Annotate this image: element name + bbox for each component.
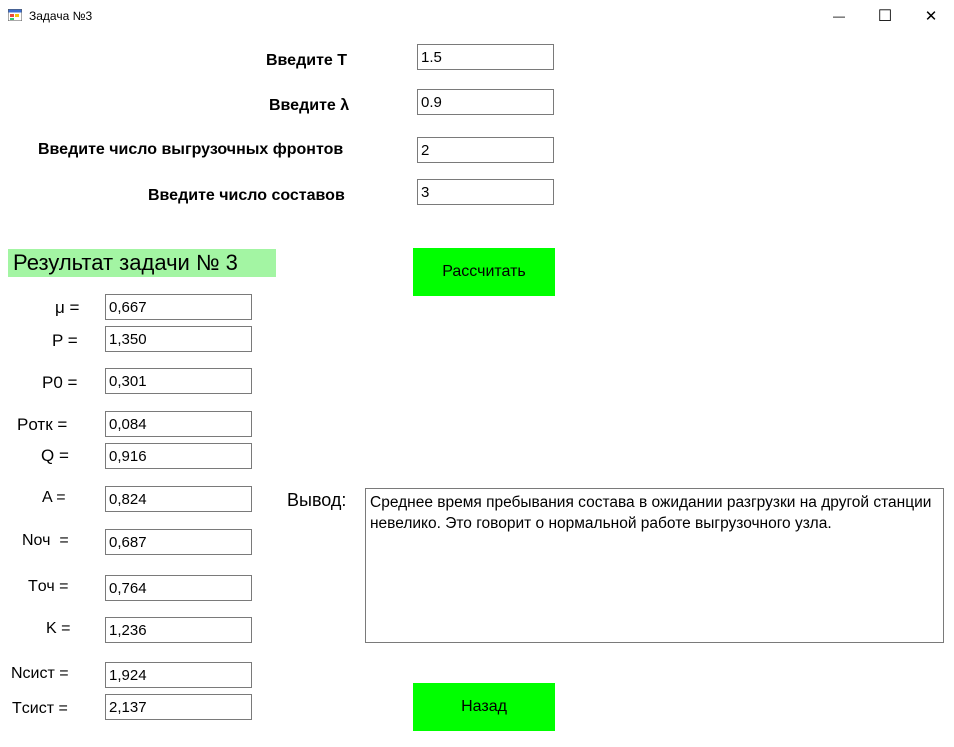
nsist-label: Nсист = — [11, 665, 69, 682]
potk-field[interactable] — [105, 411, 252, 437]
noch-field[interactable] — [105, 529, 252, 555]
toch-field[interactable] — [105, 575, 252, 601]
p-label: P = — [52, 331, 78, 350]
fronts-input[interactable] — [417, 137, 554, 163]
tsist-label: Tсист = — [12, 700, 68, 717]
close-button[interactable]: ✕ — [908, 0, 954, 32]
back-button[interactable]: Назад — [413, 683, 555, 731]
result-header: Результат задачи № 3 — [8, 249, 276, 277]
a-field[interactable] — [105, 486, 252, 512]
trains-label: Введите число составов — [148, 187, 345, 204]
nsist-field[interactable] — [105, 662, 252, 688]
output-label: Вывод: — [287, 490, 347, 510]
tsist-field[interactable] — [105, 694, 252, 720]
calculate-button[interactable]: Рассчитать — [413, 248, 555, 296]
k-field[interactable] — [105, 617, 252, 643]
toch-label: Tоч = — [28, 578, 69, 595]
mu-field[interactable] — [105, 294, 252, 320]
k-label: K = — [46, 620, 71, 637]
minimize-button[interactable]: — — [816, 0, 862, 32]
title-bar: Задача №3 — ☐ ✕ — [0, 0, 954, 32]
p0-field[interactable] — [105, 368, 252, 394]
t-label: Введите T — [266, 52, 348, 69]
maximize-button[interactable]: ☐ — [862, 0, 908, 32]
output-textarea[interactable]: Среднее время пребывания состава в ожида… — [365, 488, 944, 643]
p-field[interactable] — [105, 326, 252, 352]
potk-label: Pотк = — [17, 415, 68, 434]
mu-label: μ = — [55, 298, 80, 317]
noch-label: Nоч = — [22, 532, 69, 549]
q-field[interactable] — [105, 443, 252, 469]
maximize-icon: ☐ — [877, 8, 893, 25]
lambda-input[interactable] — [417, 89, 554, 115]
lambda-label: Введите λ — [269, 97, 350, 114]
app-icon — [8, 9, 22, 21]
a-label: A = — [42, 489, 66, 506]
fronts-label: Введите число выгрузочных фронтов — [38, 141, 344, 158]
minimize-icon: — — [833, 9, 845, 23]
q-label: Q = — [41, 446, 69, 465]
close-icon: ✕ — [924, 8, 938, 25]
t-input[interactable] — [417, 44, 554, 70]
trains-input[interactable] — [417, 179, 554, 205]
p0-label: P0 = — [42, 373, 78, 392]
window-title: Задача №3 — [29, 9, 93, 23]
